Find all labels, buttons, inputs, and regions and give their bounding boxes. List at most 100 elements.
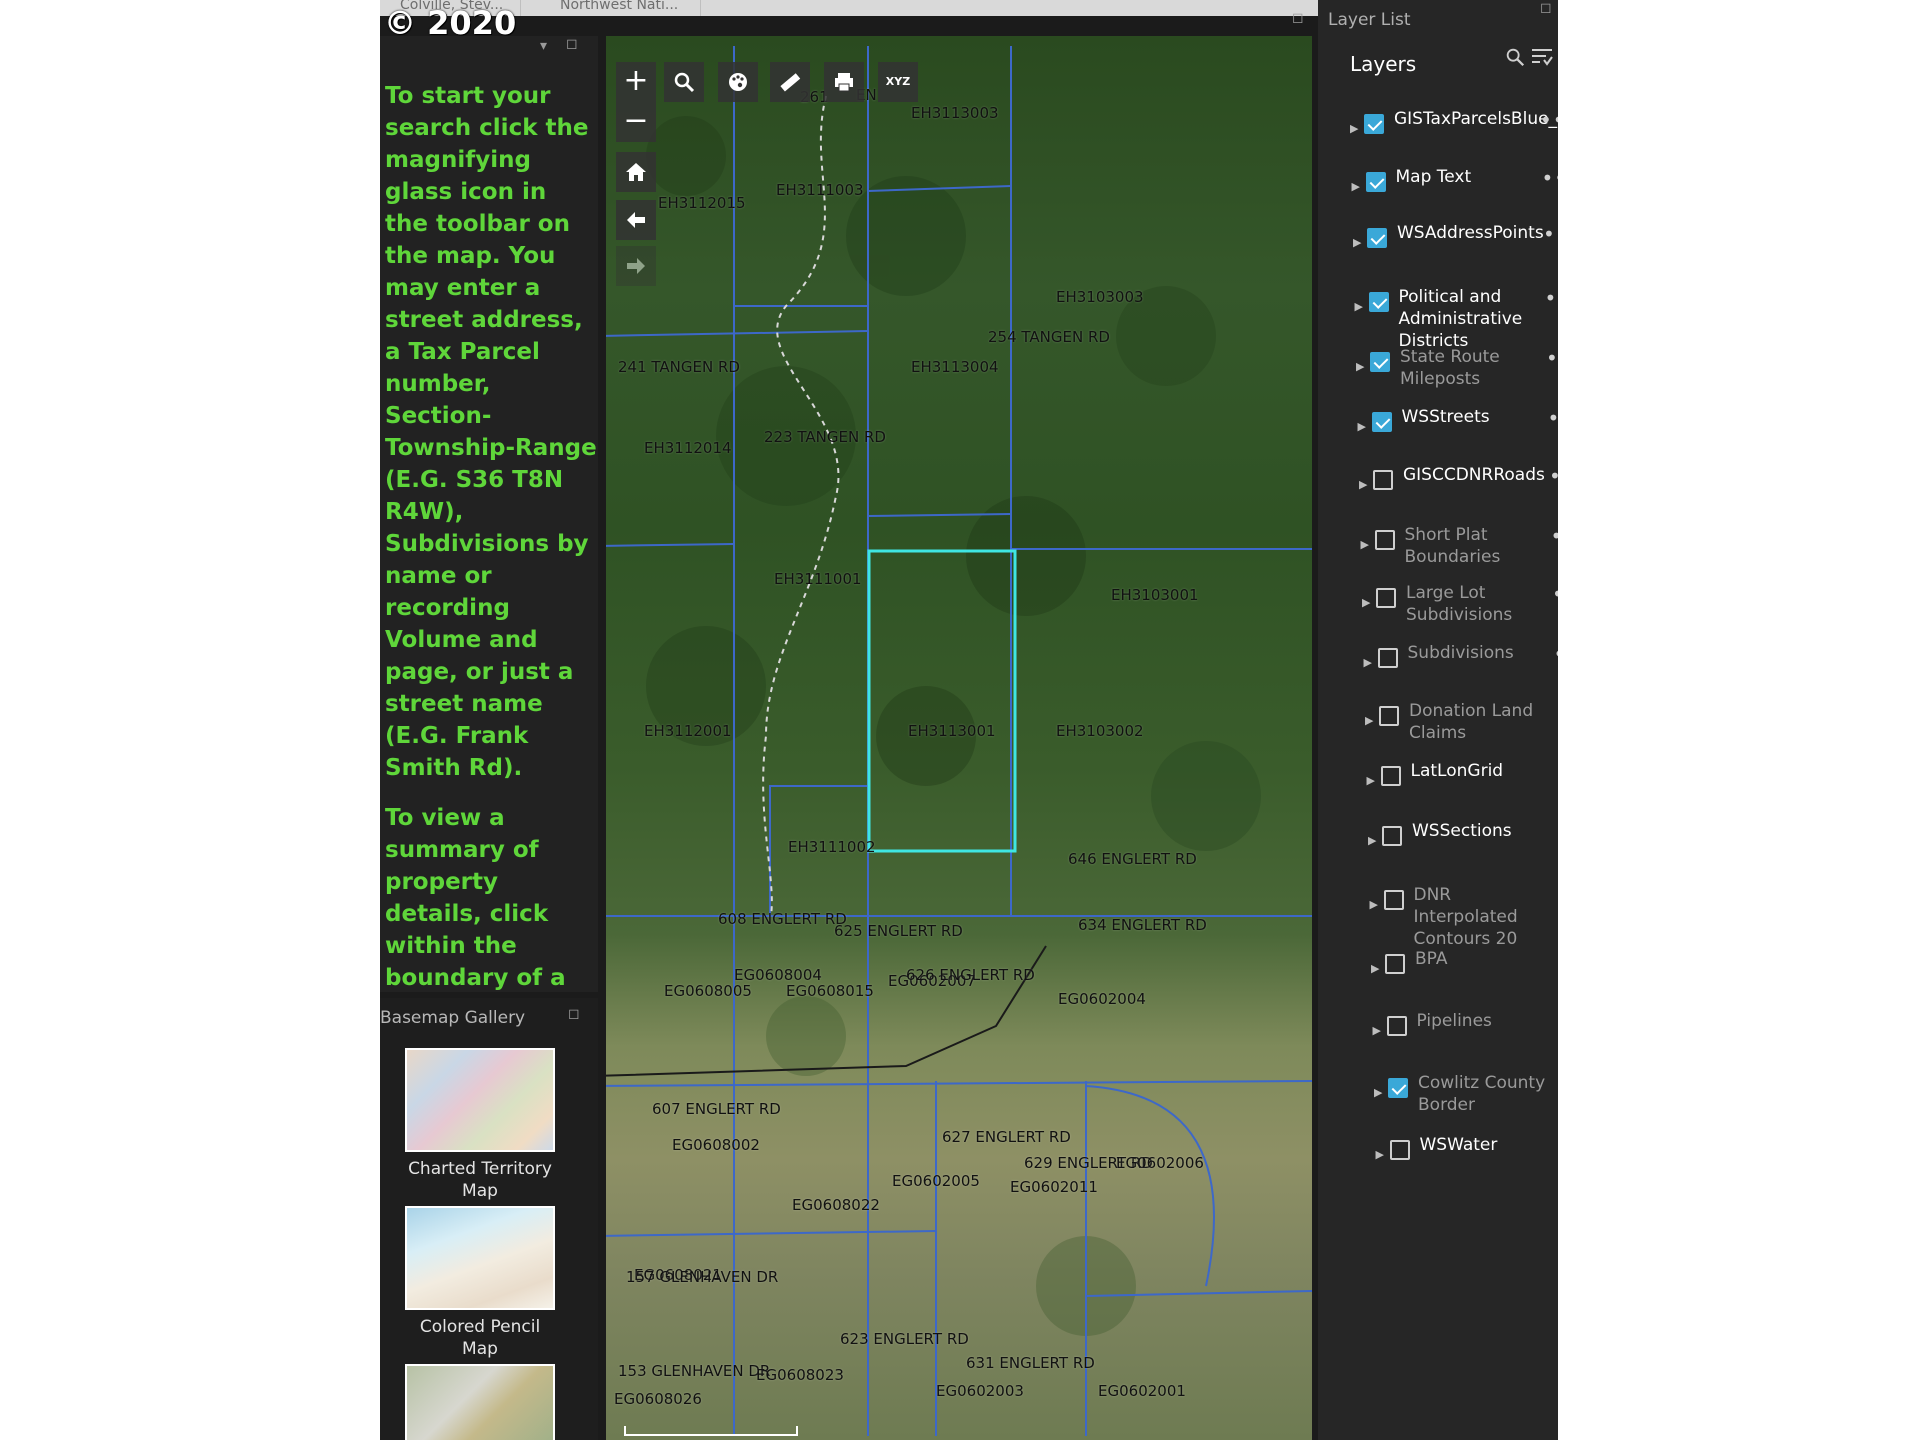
layer-visibility-checkbox[interactable] [1376, 588, 1396, 608]
expand-arrow-icon[interactable]: ▶ [1361, 538, 1369, 551]
arrow-right-icon [627, 258, 645, 274]
measure-button[interactable] [770, 62, 810, 102]
more-options-icon[interactable]: ••• [1543, 222, 1558, 246]
expand-arrow-icon[interactable]: ▶ [1367, 774, 1375, 787]
maximize-icon[interactable]: ◻ [1540, 0, 1552, 16]
parcel-label: 631 ENGLERT RD [966, 1354, 1095, 1372]
basemap-colored-pencil[interactable]: Colored Pencil Map [405, 1206, 555, 1360]
home-button[interactable] [616, 152, 656, 192]
search-instructions: To start your search click the magnifyin… [385, 80, 597, 992]
layer-visibility-checkbox[interactable] [1371, 412, 1392, 432]
search-icon[interactable] [1504, 46, 1526, 74]
layer-visibility-checkbox[interactable] [1374, 530, 1395, 550]
parcel-label: EG0602003 [936, 1382, 1024, 1400]
layer-name: LatLonGrid [1410, 761, 1504, 781]
search-button[interactable] [664, 62, 704, 102]
layer-visibility-checkbox[interactable] [1382, 826, 1402, 846]
layer-visibility-checkbox[interactable] [1386, 1016, 1407, 1036]
next-extent-button[interactable] [616, 246, 656, 286]
parcel-label: EG0602001 [1098, 1382, 1186, 1400]
zoom-in-button[interactable]: + [616, 62, 656, 102]
expand-arrow-icon[interactable]: ▶ [1358, 420, 1366, 433]
more-options-icon[interactable]: ••• [1542, 166, 1559, 190]
basemap-imagery-hybrid[interactable] [405, 1364, 555, 1440]
basemap-charted-territory[interactable]: Charted Territory Map [405, 1048, 555, 1202]
print-button[interactable] [824, 62, 864, 102]
layer-name: DNR Interpolated Contours 20 [1413, 885, 1518, 949]
parcel-label: EH3103002 [1056, 722, 1144, 740]
layer-name: Pipelines [1416, 1011, 1492, 1031]
maximize-icon[interactable]: ◻ [1292, 10, 1304, 26]
expand-arrow-icon[interactable]: ▶ [1350, 122, 1358, 135]
symbology-button[interactable] [718, 62, 758, 102]
more-options-icon[interactable]: ••• [1555, 700, 1558, 724]
basemap-thumbnail [405, 1206, 555, 1310]
zoom-out-button[interactable]: − [616, 102, 656, 142]
parcel-label: EH3112001 [644, 722, 732, 740]
more-options-icon[interactable]: ••• [1540, 108, 1558, 132]
coordinates-button[interactable]: XYZ [878, 62, 918, 102]
layer-visibility-checkbox[interactable] [1368, 292, 1389, 312]
more-options-icon[interactable]: ••• [1554, 642, 1559, 666]
layer-visibility-checkbox[interactable] [1379, 706, 1399, 726]
layer-visibility-checkbox[interactable] [1389, 1140, 1410, 1160]
expand-arrow-icon[interactable]: ▶ [1353, 236, 1361, 249]
maximize-icon[interactable]: ◻ [568, 1006, 580, 1022]
parcel-label: 634 ENGLERT RD [1078, 916, 1207, 934]
layer-name: Map Text [1395, 167, 1472, 187]
parcel-label: EG0602011 [1010, 1178, 1098, 1196]
parcel-label: 607 ENGLERT RD [652, 1100, 781, 1118]
parcel-label: EH3111001 [774, 570, 862, 588]
parcel-label: 623 ENGLERT RD [840, 1330, 969, 1348]
expand-arrow-icon[interactable]: ▶ [1364, 656, 1372, 669]
maximize-icon[interactable]: ◻ [566, 36, 578, 52]
layer-visibility-checkbox[interactable] [1385, 954, 1405, 974]
parcel-label: EG0608023 [756, 1366, 844, 1384]
measure-icon [780, 73, 801, 92]
layer-visibility-checkbox[interactable] [1373, 470, 1393, 490]
tab-northwest[interactable]: Northwest Nati... [540, 0, 701, 16]
layer-name: Political and Administrative Districts [1398, 287, 1523, 351]
parcel-label: EH3113003 [911, 104, 999, 122]
expand-arrow-icon[interactable]: ▶ [1365, 714, 1373, 727]
layer-visibility-checkbox[interactable] [1377, 648, 1398, 668]
previous-extent-button[interactable] [616, 200, 656, 240]
layer-name: State Route Mileposts [1400, 347, 1500, 389]
parcel-label: EG0602006 [1116, 1154, 1204, 1172]
expand-arrow-icon[interactable]: ▶ [1373, 1024, 1381, 1037]
parcel-label: 254 TANGEN RD [988, 328, 1110, 346]
layer-visibility-checkbox[interactable] [1380, 766, 1401, 786]
expand-arrow-icon[interactable]: ▶ [1368, 834, 1376, 847]
more-options-icon[interactable]: ••• [1548, 406, 1559, 430]
parcel-label: 646 ENGLERT RD [1068, 850, 1197, 868]
map-view[interactable]: EH3113003 EH3112015 EH3111003 EH3103003 … [606, 36, 1312, 1440]
scale-bar [624, 1426, 798, 1436]
layer-visibility-checkbox[interactable] [1367, 228, 1387, 248]
layer-name: Cowlitz County Border [1418, 1073, 1546, 1115]
layer-visibility-checkbox[interactable] [1364, 114, 1384, 134]
layer-visibility-checkbox[interactable] [1370, 352, 1390, 372]
basemap-label: Charted Territory Map [408, 1159, 552, 1201]
more-options-icon[interactable]: ••• [1551, 524, 1559, 548]
more-options-icon[interactable]: ••• [1546, 346, 1558, 370]
expand-arrow-icon[interactable]: ▶ [1352, 180, 1360, 193]
expand-arrow-icon[interactable]: ▶ [1374, 1086, 1382, 1099]
expand-arrow-icon[interactable]: ▶ [1370, 898, 1378, 911]
layer-list-title: Layer List [1328, 10, 1411, 30]
more-options-icon[interactable]: ••• [1552, 582, 1558, 606]
more-options-icon[interactable]: ••• [1549, 464, 1558, 488]
parcel-label: 626 ENGLERT RD [906, 966, 1035, 984]
chevron-down-icon[interactable]: ▾ [540, 38, 547, 54]
more-options-icon[interactable]: ••• [1545, 286, 1559, 310]
expand-arrow-icon[interactable]: ▶ [1362, 596, 1370, 609]
filter-list-icon[interactable] [1530, 46, 1554, 74]
layer-visibility-checkbox[interactable] [1388, 1078, 1408, 1098]
expand-arrow-icon[interactable]: ▶ [1359, 478, 1367, 491]
expand-arrow-icon[interactable]: ▶ [1371, 962, 1379, 975]
expand-arrow-icon[interactable]: ▶ [1356, 360, 1364, 373]
layer-visibility-checkbox[interactable] [1365, 172, 1386, 192]
more-options-icon[interactable]: ••• [1557, 760, 1559, 784]
expand-arrow-icon[interactable]: ▶ [1376, 1148, 1384, 1161]
layer-visibility-checkbox[interactable] [1383, 890, 1404, 910]
expand-arrow-icon[interactable]: ▶ [1355, 300, 1363, 313]
